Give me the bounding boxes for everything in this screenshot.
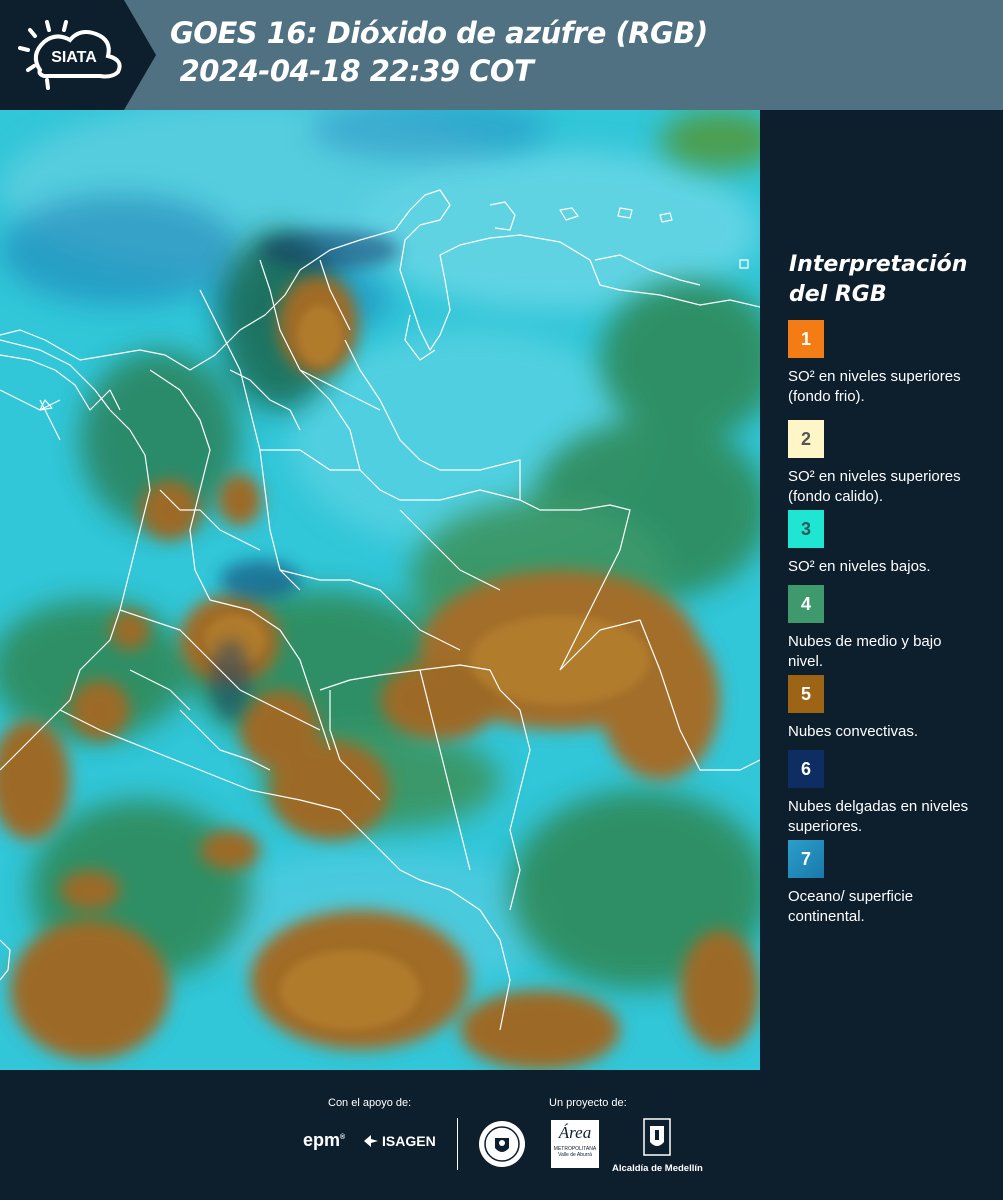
legend-number: 1 (800, 328, 811, 349)
legend-panel: Interpretación del RGB 1 SO² en niveles … (760, 110, 1003, 1070)
legend-item-6: 6 Nubes delgadas en niveles superiores. (788, 750, 988, 837)
legend-number: 4 (800, 593, 811, 614)
legend-swatch-4: 4 (788, 585, 824, 623)
legend-number: 2 (800, 428, 811, 449)
legend-swatch-6: 6 (788, 750, 824, 788)
legend-swatch-5: 5 (788, 675, 824, 713)
footer: Con el apoyo de: Un proyecto de: epm® IS… (0, 1070, 1003, 1200)
legend-item-2: 2 SO² en niveles superiores (fondo calid… (788, 420, 988, 521)
legend-item-5: 5 Nubes convectivas. (788, 675, 988, 742)
satellite-map[interactable] (0, 110, 760, 1070)
medellin-seal-logo[interactable] (478, 1120, 526, 1173)
area-metropolitana-logo[interactable]: Área METROPOLITANA Valle de Aburrá (551, 1120, 599, 1168)
alcaldia-medellin-logo[interactable]: Alcaldía de Medellín (612, 1118, 703, 1174)
legend-number: 7 (800, 848, 811, 869)
area-logo-text: Área (558, 1123, 592, 1142)
alcaldia-shield-icon (643, 1118, 671, 1156)
legend-swatch-1: 1 (788, 320, 824, 358)
legend-text: Nubes convectivas. (788, 723, 919, 740)
legend-item-3: 3 SO² en niveles bajos. (788, 510, 988, 577)
legend-text: SO² en niveles superiores (fondo frio). (788, 368, 961, 405)
legend-text: SO² en niveles bajos. (788, 558, 931, 575)
footer-divider (457, 1118, 458, 1170)
support-label: Con el apoyo de: (328, 1097, 412, 1109)
legend-title: Interpretación del RGB (789, 252, 968, 307)
siata-logo[interactable]: SIATA (0, 0, 158, 110)
header-bar: SIATA GOES 16: Dióxido de azúfre (RGB) 2… (0, 0, 1003, 110)
legend-item-4: 4 Nubes de medio y bajo nivel. (788, 585, 988, 672)
legend-text: Nubes delgadas en niveles superiores. (788, 798, 969, 835)
logo-text: SIATA (51, 49, 97, 66)
legend-text: Oceano/ superficie continental. (788, 888, 914, 925)
legend-item-1: 1 SO² en niveles superiores (fondo frio)… (788, 320, 988, 407)
page-title: GOES 16: Dióxido de azúfre (RGB) 2024-04… (170, 14, 708, 90)
isagen-mark-icon (364, 1135, 378, 1147)
title-line-2: 2024-04-18 22:39 COT (170, 54, 534, 88)
title-line-1: GOES 16: Dióxido de azúfre (RGB) (170, 16, 708, 50)
legend-text: Nubes de medio y bajo nivel. (788, 633, 942, 670)
legend-swatch-7: 7 (788, 840, 824, 878)
epm-logo[interactable]: epm® (303, 1130, 345, 1151)
legend-swatch-2: 2 (788, 420, 824, 458)
legend-number: 5 (800, 683, 811, 704)
legend-item-7: 7 Oceano/ superficie continental. (788, 840, 988, 927)
legend-number: 6 (800, 758, 811, 779)
epm-logo-text: epm (303, 1130, 341, 1150)
project-label: Un proyecto de: (549, 1097, 627, 1109)
legend-number: 3 (800, 518, 811, 539)
area-logo-sub2: Valle de Aburrá (558, 1152, 592, 1158)
legend-swatch-3: 3 (788, 510, 824, 548)
isagen-logo-text: ISAGEN (382, 1133, 436, 1149)
alcaldia-text: Alcaldía de Medellín (612, 1163, 703, 1174)
isagen-logo[interactable]: ISAGEN (362, 1133, 436, 1149)
